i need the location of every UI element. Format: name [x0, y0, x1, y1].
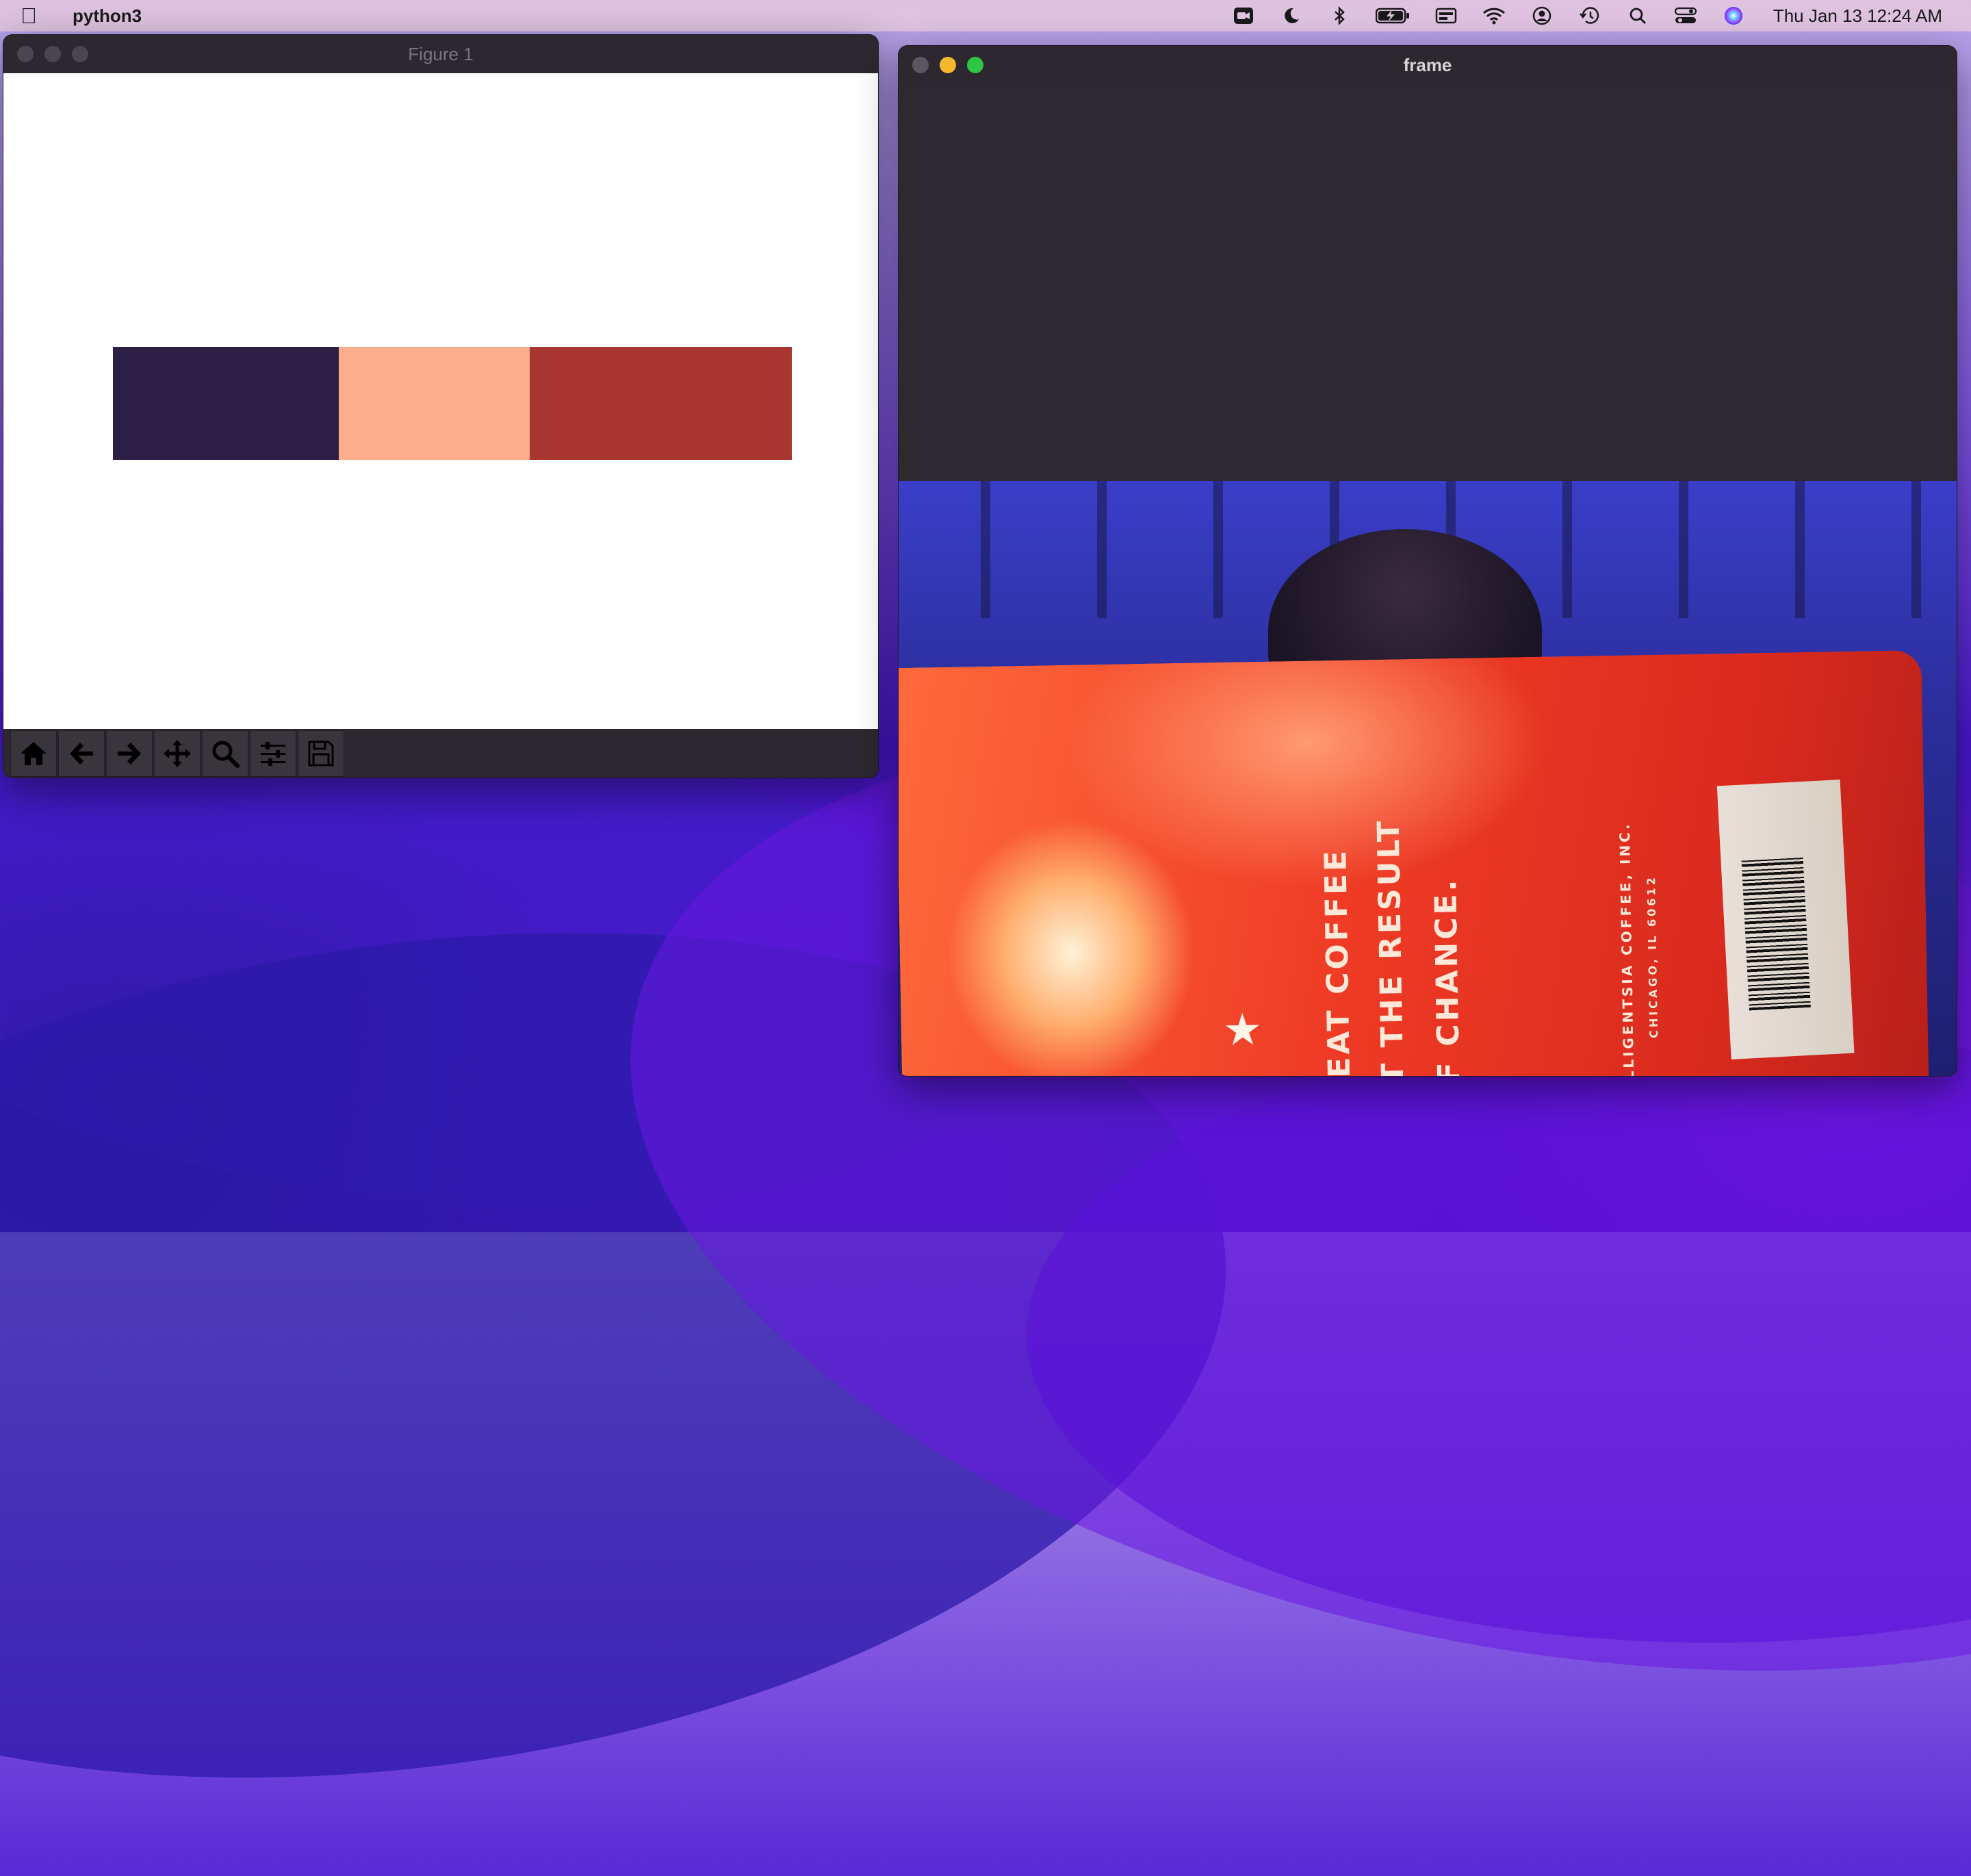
coffee-bag: ★ EAT COFFEE T THE RESULT F CHANCE. LLIG…	[899, 650, 1929, 1076]
frame-empty-area	[899, 84, 1957, 481]
bluetooth-icon[interactable]	[1327, 6, 1352, 25]
window-controls	[17, 35, 88, 73]
back-button[interactable]	[58, 730, 105, 777]
pan-button[interactable]	[154, 730, 201, 777]
color-swatch	[530, 347, 792, 460]
menu-bar:  python3	[0, 0, 1971, 31]
apple-menu-icon[interactable]: 	[21, 3, 62, 29]
bag-text-line: EAT COFFEE	[1318, 847, 1358, 1076]
video-icon[interactable]	[1231, 6, 1256, 25]
battery-icon[interactable]	[1375, 6, 1410, 25]
forward-button[interactable]	[106, 730, 153, 777]
zoom-icon	[212, 741, 240, 768]
figure-window: Figure 1	[3, 34, 879, 778]
siri-icon[interactable]	[1721, 6, 1746, 25]
control-center-icon[interactable]	[1673, 6, 1698, 25]
barcode	[1741, 857, 1811, 1011]
keyboard-icon[interactable]	[1434, 6, 1458, 25]
color-swatch-bar	[113, 347, 792, 460]
window-controls	[912, 46, 983, 84]
bag-text-line: T THE RESULT	[1371, 818, 1411, 1076]
time-machine-icon[interactable]	[1577, 6, 1602, 25]
minimize-button[interactable]	[44, 46, 61, 62]
bag-city-text: CHICAGO, IL 60612	[1644, 875, 1661, 1039]
menu-bar-clock[interactable]: Thu Jan 13 12:24 AM	[1773, 5, 1942, 27]
color-swatch	[339, 347, 530, 460]
search-icon[interactable]	[1625, 6, 1650, 25]
zoom-button[interactable]	[72, 46, 88, 62]
figure-title-bar[interactable]: Figure 1	[3, 35, 878, 74]
figure-canvas[interactable]	[3, 73, 878, 729]
close-button[interactable]	[17, 46, 34, 62]
bag-text-line: F CHANCE.	[1428, 877, 1467, 1076]
webcam-frame[interactable]: ★ EAT COFFEE T THE RESULT F CHANCE. LLIG…	[899, 481, 1957, 1076]
close-button[interactable]	[912, 57, 929, 73]
back-icon	[70, 742, 93, 764]
color-swatch	[113, 347, 339, 460]
bag-company-text: LLIGENTSIA COFFEE, INC.	[1616, 821, 1638, 1076]
wifi-icon[interactable]	[1482, 6, 1506, 25]
moon-icon[interactable]	[1279, 6, 1304, 25]
window-title: Figure 1	[408, 43, 474, 64]
minimize-button[interactable]	[940, 57, 956, 73]
pan-icon	[164, 739, 191, 767]
home-button[interactable]	[10, 730, 57, 777]
barcode-label	[1716, 780, 1855, 1059]
frame-title-bar[interactable]: frame	[899, 46, 1957, 85]
save-figure-button[interactable]	[298, 730, 344, 777]
configure-subplots-button[interactable]	[250, 730, 296, 777]
menu-extras: Thu Jan 13 12:24 AM	[1231, 5, 1942, 27]
figure-toolbar	[3, 729, 878, 778]
user-icon[interactable]	[1530, 6, 1554, 25]
zoom-button[interactable]	[967, 57, 983, 73]
frame-window: frame ★ EAT COFFEE T THE RESULT F CHANCE…	[898, 45, 1957, 1077]
forward-icon	[118, 742, 141, 764]
app-menu-name[interactable]: python3	[73, 5, 142, 27]
configure-icon	[261, 741, 285, 766]
save-icon	[308, 741, 334, 766]
zoom-rect-button[interactable]	[202, 730, 248, 777]
window-title: frame	[1403, 54, 1452, 75]
home-icon	[21, 741, 47, 765]
star-icon: ★	[1222, 1004, 1263, 1055]
